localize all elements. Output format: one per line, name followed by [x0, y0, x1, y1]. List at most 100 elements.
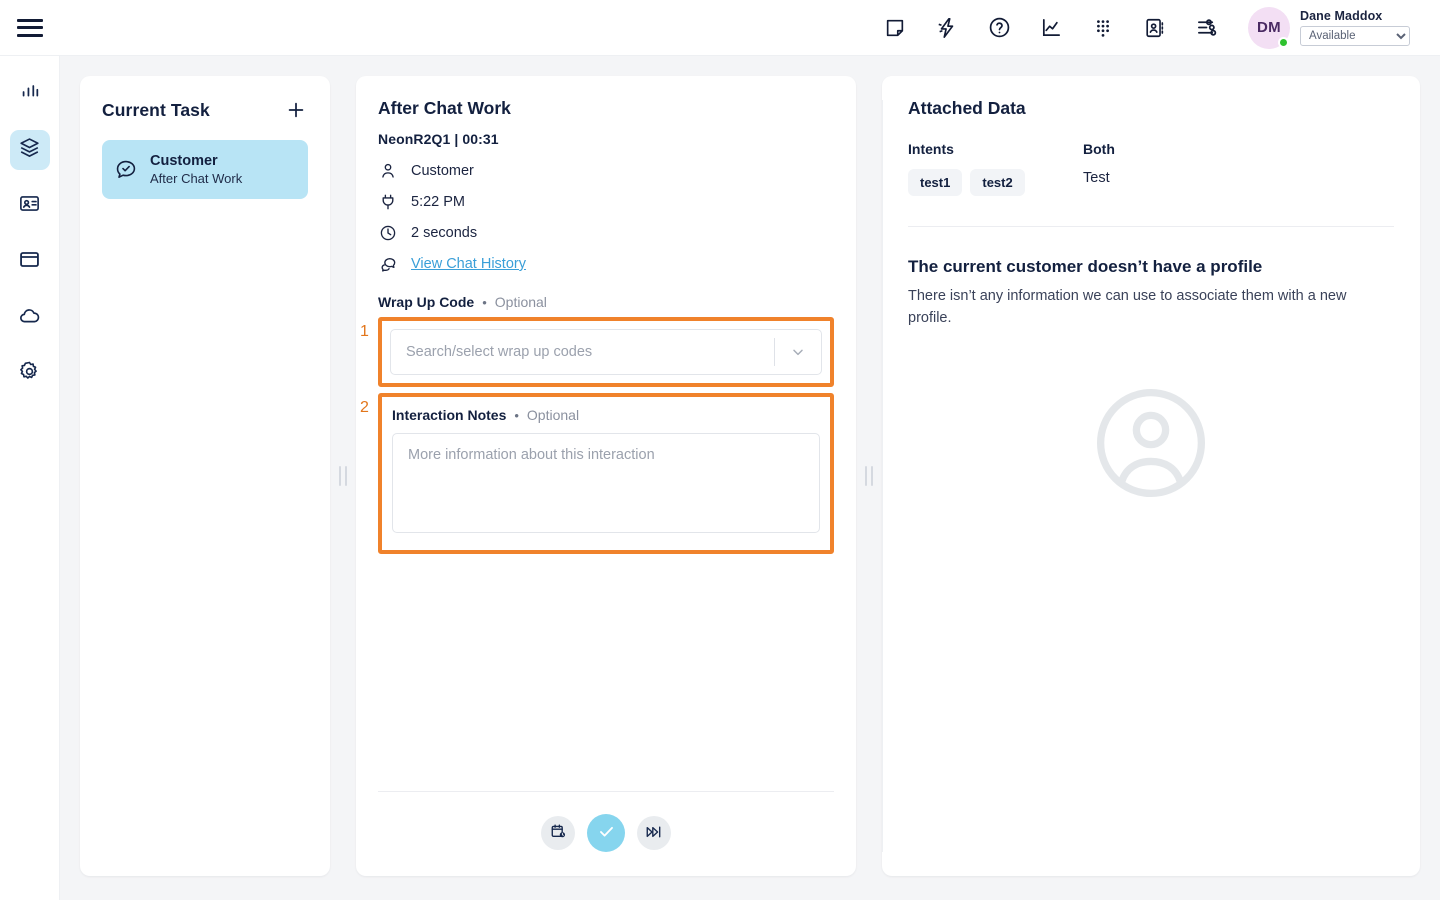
wrap-up-optional-text: Optional [494, 294, 547, 310]
sidebar-item-settings[interactable] [10, 354, 50, 394]
presence-indicator-dot [1278, 36, 1289, 48]
sidebar-item-contacts[interactable] [10, 186, 50, 226]
label-separator: • [482, 294, 487, 310]
attached-data-value: Test [1083, 170, 1110, 186]
intent-tag-row: test1 test2 [908, 169, 1083, 196]
sidebar-item-dashboard[interactable] [10, 74, 50, 114]
panel-resize-handle-right[interactable] [856, 76, 882, 876]
window-icon [18, 248, 41, 276]
dialpad-icon[interactable] [1090, 15, 1116, 41]
current-task-panel: Current Task Customer After Chat Work [80, 76, 330, 876]
top-navigation-bar: DM Dane Maddox Available [0, 0, 1440, 56]
cloud-icon [18, 304, 42, 333]
sidebar-item-windows[interactable] [10, 242, 50, 282]
contacts-icon[interactable] [1142, 15, 1168, 41]
avatar[interactable]: DM [1248, 6, 1290, 49]
attached-data-column-intents: Intents test1 test2 [908, 141, 1083, 196]
contact-card-icon [18, 192, 41, 220]
wrap-up-code-highlight: 1 Search/select wrap up codes [360, 317, 834, 387]
plug-icon [378, 192, 398, 212]
view-chat-history-link[interactable]: View Chat History [411, 256, 526, 272]
attached-data-columns: Intents test1 test2 Both Test [908, 141, 1394, 196]
workspace: Current Task Customer After Chat Work Af… [60, 56, 1440, 900]
bolt-icon[interactable] [934, 15, 960, 41]
intent-tag[interactable]: test2 [970, 169, 1025, 196]
after-chat-work-panel: After Chat Work NeonR2Q1 | 00:31 Custome… [356, 76, 856, 876]
interaction-notes-label: Interaction Notes [392, 407, 507, 423]
analytics-icon[interactable] [1038, 15, 1064, 41]
task-card-text: Customer After Chat Work [150, 153, 242, 186]
settings-sliders-icon[interactable] [1194, 15, 1220, 41]
page-title: Current Task [102, 99, 210, 120]
intent-tag[interactable]: test1 [908, 169, 963, 196]
schedule-callback-button[interactable] [541, 816, 575, 850]
user-meta: Dane Maddox Available [1300, 9, 1410, 46]
panel-resize-handle-left[interactable] [330, 76, 356, 876]
wrap-up-code-placeholder: Search/select wrap up codes [406, 344, 593, 360]
chat-check-icon [114, 158, 138, 182]
interaction-notes-optional-text: Optional [526, 407, 580, 423]
interaction-notes-textarea[interactable] [392, 433, 820, 533]
label-separator: • [514, 407, 519, 423]
meta-row-customer: Customer [378, 161, 834, 181]
note-icon[interactable] [882, 15, 908, 41]
meta-row-time: 5:22 PM [378, 192, 834, 212]
footer-button-group [378, 814, 834, 852]
gear-icon [18, 360, 41, 388]
meta-text-time: 5:22 PM [411, 194, 465, 210]
sidebar-item-cloud[interactable] [10, 298, 50, 338]
hamburger-menu-icon[interactable] [17, 18, 43, 37]
attached-data-column-both: Both Test [1083, 141, 1115, 196]
wrap-up-code-label: Wrap Up Code [378, 294, 475, 310]
meta-row-duration: 2 seconds [378, 223, 834, 243]
application-root: DM Dane Maddox Available Current Task Cu… [0, 0, 1440, 900]
bar-chart-icon [19, 81, 41, 108]
panel-inner-divider [882, 100, 883, 852]
interaction-notes-label-row: Interaction Notes • Optional [392, 407, 820, 423]
attached-data-key: Intents [908, 141, 954, 157]
task-card-customer[interactable]: Customer After Chat Work [102, 140, 308, 199]
layers-icon [18, 136, 41, 164]
attached-data-title: Attached Data [908, 98, 1026, 118]
user-profile-block: DM Dane Maddox Available [1248, 6, 1440, 49]
task-card-title: Customer [150, 153, 218, 169]
no-profile-heading: The current customer doesn’t have a prof… [908, 257, 1263, 276]
highlight-number-2: 2 [360, 399, 369, 416]
clock-icon [378, 223, 398, 243]
wrap-up-code-select[interactable]: Search/select wrap up codes [390, 329, 822, 375]
status-select[interactable]: Available [1300, 26, 1410, 46]
left-navigation-rail [0, 56, 60, 900]
after-chat-work-title: After Chat Work [378, 98, 511, 118]
attached-data-key: Both [1083, 141, 1115, 157]
user-circle-placeholder-icon [1086, 378, 1216, 513]
after-chat-work-subtitle: NeonR2Q1 | 00:31 [378, 131, 499, 147]
user-name: Dane Maddox [1300, 9, 1383, 23]
attached-data-divider [908, 226, 1394, 227]
after-chat-work-footer [378, 791, 834, 876]
top-icon-group [882, 15, 1226, 41]
interaction-meta-list: Customer 5:22 PM 2 seconds View Chat His… [378, 161, 834, 274]
highlight-number-1: 1 [360, 323, 369, 340]
help-icon[interactable] [986, 15, 1012, 41]
footer-divider [378, 791, 834, 792]
calendar-clock-icon [550, 823, 567, 843]
meta-text-duration: 2 seconds [411, 225, 478, 241]
fast-forward-icon [645, 823, 663, 844]
add-task-button[interactable] [284, 98, 308, 122]
skip-forward-button[interactable] [637, 816, 671, 850]
task-card-subtitle: After Chat Work [150, 171, 243, 186]
check-icon [597, 822, 616, 844]
chat-bubbles-icon [378, 254, 398, 274]
sidebar-item-workspace[interactable] [9, 130, 50, 170]
person-icon [378, 161, 398, 181]
wrap-up-code-label-row: Wrap Up Code • Optional [378, 294, 834, 310]
current-task-header: Current Task [102, 98, 308, 122]
profile-placeholder-wrapper [908, 378, 1394, 513]
complete-button[interactable] [587, 814, 625, 852]
meta-row-chat-history[interactable]: View Chat History [378, 254, 834, 274]
chevron-down-icon[interactable] [775, 344, 821, 360]
attached-data-panel: Attached Data Intents test1 test2 Both T… [882, 76, 1420, 876]
interaction-notes-highlight: 2 Interaction Notes • Optional [360, 393, 834, 554]
meta-text-customer: Customer [411, 163, 474, 179]
no-profile-body: There isn’t any information we can use t… [908, 288, 1347, 326]
